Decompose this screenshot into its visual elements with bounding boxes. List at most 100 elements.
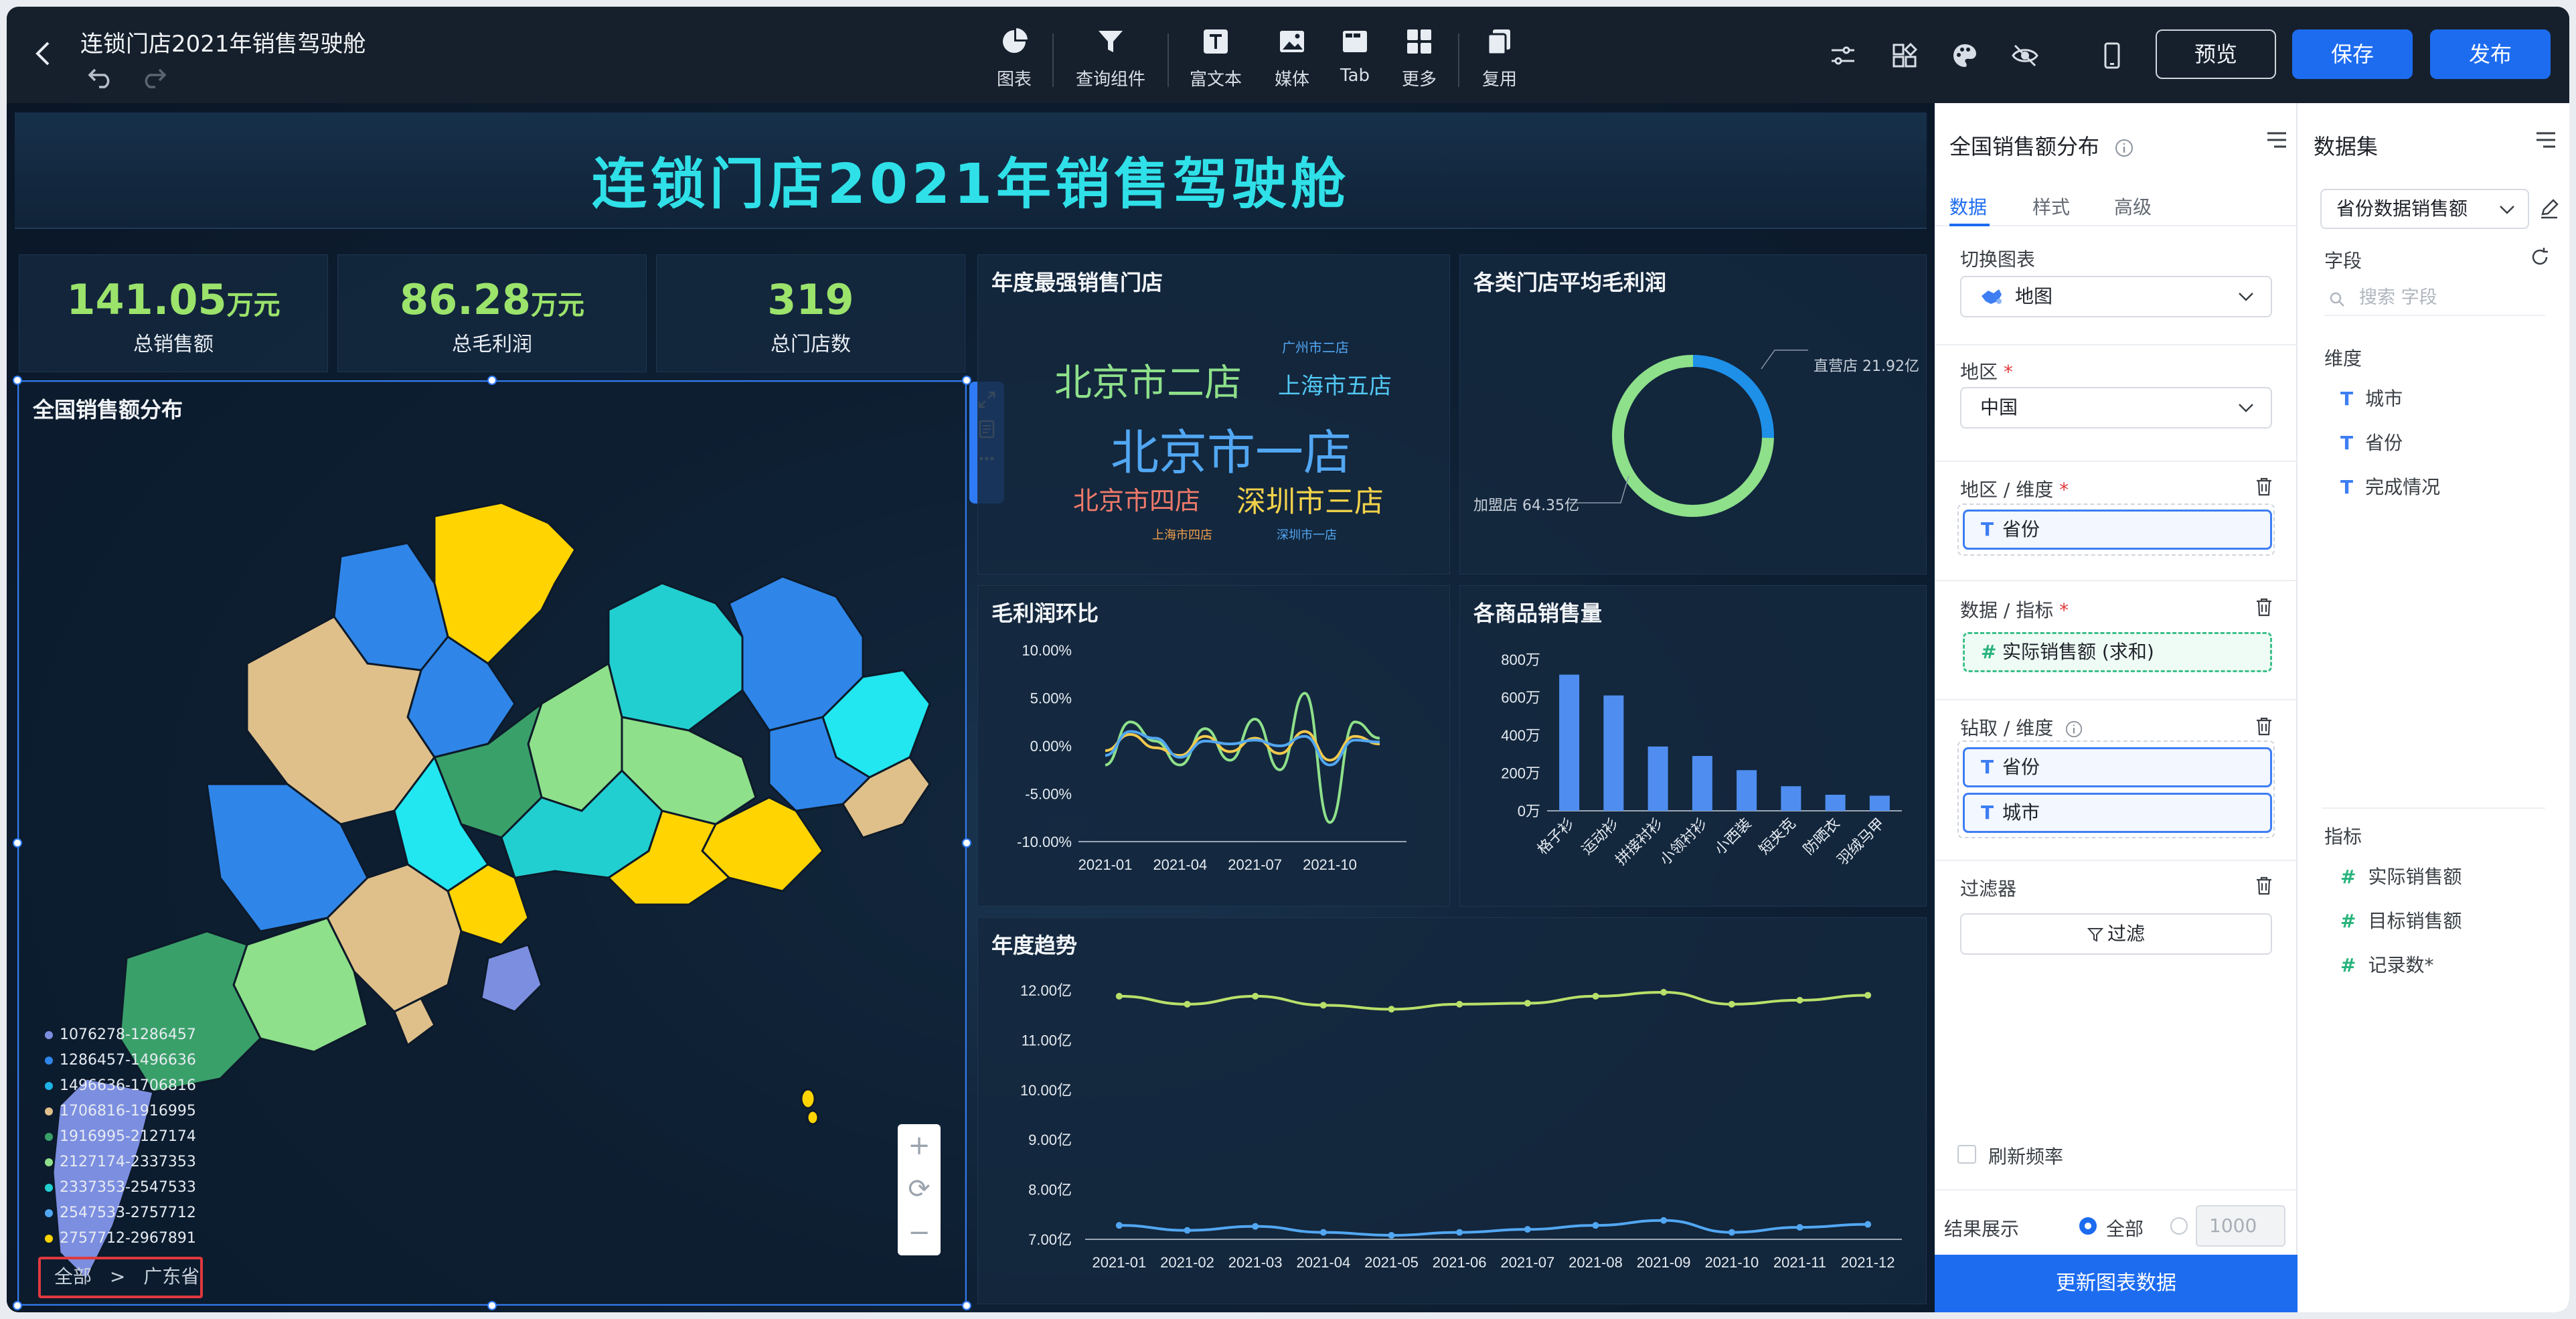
wordcloud-card[interactable]: 年度最强销售门店 北京市二店 广州市二店 上海市五店 北京市一店 北京市四店 深… (977, 254, 1450, 574)
section-divider (1935, 461, 2298, 462)
publish-button[interactable]: 发布 (2430, 29, 2551, 79)
trend-card[interactable]: 年度趋势 12.00亿 11.00亿 10.00亿 9.00亿 8.00亿 7.00亿 20… (977, 917, 1927, 1304)
tool-more[interactable]: 更多 (1392, 27, 1446, 94)
trash-icon[interactable] (2255, 716, 2273, 736)
result-all-radio[interactable] (2079, 1217, 2097, 1235)
resize-handle[interactable] (13, 376, 22, 385)
resize-handle[interactable] (962, 838, 971, 848)
tool-query[interactable]: 查询组件 (1067, 27, 1154, 94)
resize-handle[interactable] (13, 838, 22, 848)
y-tick-label: 600万 (1501, 690, 1540, 706)
wordcloud-word[interactable]: 深圳市一店 (1277, 526, 1337, 543)
grid-icon (1407, 29, 1431, 54)
text-type-icon: T (2340, 388, 2354, 410)
wordcloud-word[interactable]: 北京市四店 (1073, 480, 1200, 517)
x-tick-label: 格子衫 (1534, 815, 1577, 858)
metric-field[interactable]: # 实际销售额 (求和) (1963, 632, 2272, 672)
chevron-down-icon (2239, 404, 2253, 412)
trash-icon[interactable] (2255, 477, 2273, 497)
info-icon[interactable] (2065, 720, 2083, 739)
mom-card[interactable]: 毛利润环比 10.00% 5.00% 0.00% -5.00% -10.00% 2021-… (977, 585, 1450, 907)
tool-chart[interactable]: 图表 (991, 27, 1038, 94)
update-chart-button[interactable]: 更新图表数据 (1935, 1255, 2298, 1312)
drill-field-city[interactable]: T 城市 (1963, 793, 2272, 833)
result-limit-radio[interactable] (2170, 1217, 2188, 1235)
tool-tab[interactable]: Tab (1330, 27, 1380, 94)
refresh-icon[interactable] (2529, 246, 2551, 268)
section-divider (1935, 699, 2298, 700)
dimension-item-status[interactable]: T 完成情况 (2340, 473, 2440, 499)
wordcloud-word[interactable]: 北京市一店 (1111, 413, 1352, 483)
redo-icon[interactable] (141, 64, 167, 88)
kpi-card-profit[interactable]: 86.28万元 总毛利润 (337, 254, 647, 372)
tool-reuse[interactable]: 复用 (1473, 27, 1526, 94)
layout-icon[interactable] (1890, 42, 1919, 70)
dataset-select[interactable]: 省份数据销售额 (2320, 189, 2529, 229)
map-chart-icon (1982, 289, 2002, 304)
undo-icon[interactable] (87, 64, 114, 88)
chart-type-select[interactable]: 地图 (1960, 276, 2272, 317)
tab-data[interactable]: 数据 (1949, 193, 1987, 220)
wordcloud-word[interactable]: 北京市二店 (1054, 353, 1242, 407)
resize-handle[interactable] (13, 1301, 22, 1310)
tool-media[interactable]: 媒体 (1265, 27, 1319, 94)
wordcloud-word[interactable]: 上海市四店 (1152, 526, 1212, 543)
measure-item-actual[interactable]: # 实际销售额 (2340, 862, 2462, 889)
wordcloud-word[interactable]: 上海市五店 (1278, 368, 1392, 400)
kpi-label: 总销售额 (133, 333, 214, 356)
text-type-icon: T (2340, 432, 2354, 454)
region-select[interactable]: 中国 (1960, 387, 2272, 429)
panel-menu-icon[interactable] (2265, 130, 2288, 150)
resize-handle[interactable] (962, 1301, 971, 1310)
save-button[interactable]: 保存 (2292, 29, 2413, 79)
trash-icon[interactable] (2255, 876, 2273, 896)
field-name: 城市 (2002, 801, 2040, 824)
region-dim-field[interactable]: T 省份 (1963, 510, 2272, 550)
back-arrow-icon[interactable] (32, 40, 55, 67)
measure-item-count[interactable]: # 记录数* (2340, 951, 2433, 978)
kpi-card-sales[interactable]: 141.05万元 总销售额 (19, 254, 328, 372)
sliders-icon[interactable] (1829, 42, 1857, 70)
wordcloud-word[interactable]: 广州市二店 (1282, 337, 1349, 356)
trend-line-chart[interactable]: 12.00亿 11.00亿 10.00亿 9.00亿 8.00亿 7.00亿 2021-01… (978, 918, 1927, 1305)
trash-icon[interactable] (2255, 597, 2273, 617)
theme-palette-icon[interactable] (1951, 42, 1979, 70)
result-limit-input[interactable]: 1000 (2196, 1205, 2285, 1247)
tab-style[interactable]: 样式 (2032, 193, 2070, 220)
add-filter-button[interactable]: 过滤 (1960, 913, 2272, 955)
selection-frame (17, 380, 967, 1306)
info-icon[interactable] (2114, 138, 2134, 158)
data-point (1456, 1229, 1463, 1236)
panel-menu-icon[interactable] (2534, 130, 2557, 150)
data-point (1456, 1000, 1463, 1008)
donut-chart[interactable] (1460, 255, 1927, 575)
products-card[interactable]: 各商品销售量 800万 600万 400万 200万 0万 格子衫 运动衫 拼接衬衫 小领衬衫小… (1459, 585, 1927, 907)
mom-line-chart[interactable]: 10.00% 5.00% 0.00% -5.00% -10.00% 2021-01 2021… (978, 586, 1451, 907)
field-search-input[interactable]: 搜索 字段 (2324, 283, 2545, 316)
search-icon (2330, 292, 2344, 307)
measure-item-target[interactable]: # 目标销售额 (2340, 907, 2462, 933)
x-tick-label: 防晒衣 (1800, 815, 1843, 858)
bar (1781, 786, 1801, 811)
image-icon (1280, 31, 1304, 52)
dimension-item-province[interactable]: T 省份 (2340, 429, 2403, 455)
number-type-icon: # (2340, 910, 2356, 932)
x-tick-label: 2021-03 (1228, 1254, 1283, 1271)
wordcloud-word[interactable]: 深圳市三店 (1236, 477, 1384, 520)
donut-card[interactable]: 各类门店平均毛利润 直营店 21.92亿 加盟店 64.35亿 (1459, 254, 1927, 574)
section-divider (1935, 1189, 2298, 1190)
drill-field-province[interactable]: T 省份 (1963, 747, 2272, 787)
edit-icon[interactable] (2539, 198, 2560, 220)
preview-button[interactable]: 预览 (2156, 29, 2276, 79)
mobile-icon[interactable] (2098, 42, 2126, 70)
tool-richtext[interactable]: 富文本 (1182, 27, 1249, 94)
resize-handle[interactable] (487, 1301, 497, 1310)
refresh-checkbox[interactable] (1957, 1145, 1976, 1164)
dimension-item-city[interactable]: T 城市 (2340, 384, 2403, 411)
resize-handle[interactable] (487, 376, 497, 385)
section-divider (1935, 580, 2298, 581)
products-bar-chart[interactable]: 800万 600万 400万 200万 0万格子衫 运动衫拼接衬衫小领衬衫 小西装 短夹克 防晒… (1460, 586, 1927, 907)
tab-advanced[interactable]: 高级 (2114, 193, 2152, 220)
kpi-card-stores[interactable]: 319 总门店数 (656, 254, 965, 372)
eye-off-icon[interactable] (2011, 42, 2039, 70)
